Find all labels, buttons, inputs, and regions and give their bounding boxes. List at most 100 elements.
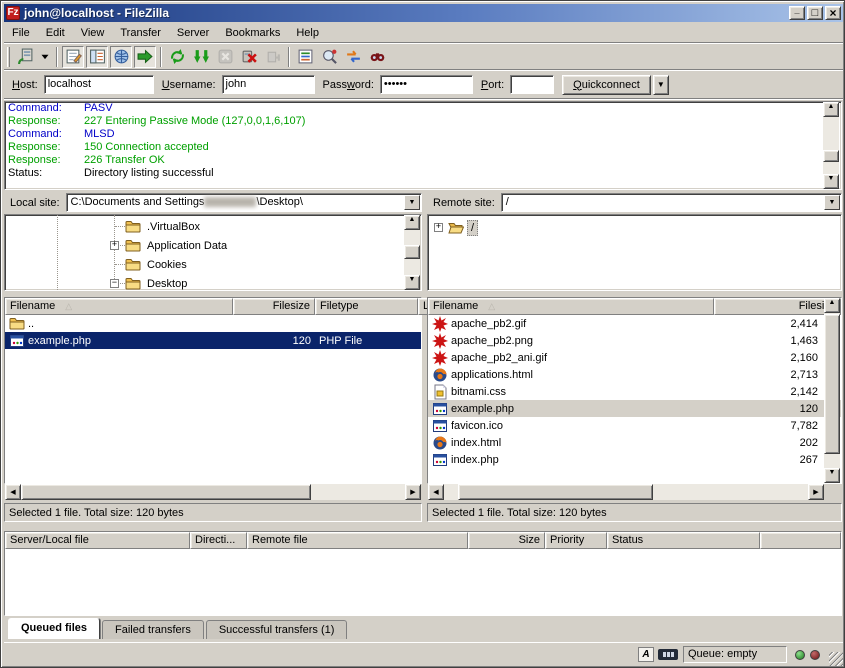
- remote-site-combo[interactable]: / ▼: [501, 193, 842, 212]
- log-line: Response:226 Transfer OK: [5, 154, 841, 167]
- file-row[interactable]: index.php267: [428, 451, 841, 468]
- scrollbar-thumb[interactable]: [404, 245, 420, 259]
- scroll-right-icon[interactable]: ▶: [405, 484, 421, 500]
- scrollbar-thumb[interactable]: [458, 484, 653, 500]
- local-site-combo[interactable]: C:\Documents and Settings\Desktop\ ▼: [66, 193, 422, 212]
- file-row[interactable]: example.php120PHP File1: [5, 332, 421, 349]
- menu-transfer[interactable]: Transfer: [112, 25, 169, 41]
- site-manager-dropdown-button[interactable]: [38, 46, 52, 68]
- tree-item-cookies[interactable]: Cookies: [125, 255, 190, 274]
- compare-button[interactable]: [318, 46, 340, 68]
- column-header-filesize[interactable]: Filesize: [714, 298, 841, 315]
- minimize-button[interactable]: [789, 6, 805, 20]
- remote-hscrollbar[interactable]: ◀ ▶: [428, 484, 824, 500]
- cancel-button[interactable]: [214, 46, 236, 68]
- file-row[interactable]: apache_pb2.png1,463: [428, 332, 841, 349]
- resize-grip[interactable]: [829, 652, 843, 666]
- tree-item--virtualbox[interactable]: .VirtualBox: [125, 217, 203, 236]
- username-input[interactable]: john: [222, 75, 315, 94]
- refresh-button[interactable]: [166, 46, 188, 68]
- file-row[interactable]: apache_pb2.gif2,414: [428, 315, 841, 332]
- transfer-queue: Server/Local fileDirecti...Remote fileSi…: [4, 531, 842, 616]
- tab-failed-transfers[interactable]: Failed transfers: [102, 620, 204, 639]
- scroll-up-icon[interactable]: ▲: [823, 102, 839, 117]
- tree-expander-icon[interactable]: −: [110, 279, 119, 288]
- toggle-remote-tree-button[interactable]: [110, 46, 132, 68]
- header-label: Filename: [433, 300, 478, 312]
- menu-help[interactable]: Help: [288, 25, 327, 41]
- column-header-filename[interactable]: Filename△: [428, 298, 714, 315]
- site-manager-button[interactable]: [14, 46, 36, 68]
- quickconnect-dropdown-icon[interactable]: ▼: [653, 75, 669, 95]
- toggle-log-button[interactable]: [62, 46, 84, 68]
- remote-vscrollbar[interactable]: ▲ ▼: [824, 298, 840, 483]
- maximize-button[interactable]: [807, 6, 823, 20]
- scroll-left-icon[interactable]: ◀: [5, 484, 21, 500]
- find-button[interactable]: [366, 46, 388, 68]
- toggle-local-tree-button[interactable]: [86, 46, 108, 68]
- queue-header-remote-file[interactable]: Remote file: [247, 532, 468, 549]
- filezilla-window: Fz john@localhost - FileZilla FileEditVi…: [0, 0, 845, 668]
- close-button[interactable]: [825, 6, 841, 20]
- column-header-filename[interactable]: Filename△: [5, 298, 233, 315]
- queue-header-server-local-file[interactable]: Server/Local file: [5, 532, 190, 549]
- transfer-type-icon[interactable]: A: [638, 647, 654, 662]
- tab-queued-files[interactable]: Queued files: [8, 618, 100, 639]
- filter-button[interactable]: [294, 46, 316, 68]
- file-row[interactable]: index.html202: [428, 434, 841, 451]
- local-hscrollbar[interactable]: ◀ ▶: [5, 484, 421, 500]
- scroll-up-icon[interactable]: ▲: [404, 215, 420, 230]
- scroll-right-icon[interactable]: ▶: [808, 484, 824, 500]
- scroll-down-icon[interactable]: ▼: [404, 275, 420, 290]
- toggle-queue-button[interactable]: [134, 46, 156, 68]
- combo-dropdown-icon[interactable]: ▼: [404, 195, 420, 210]
- tree-expander-icon[interactable]: +: [434, 223, 443, 232]
- queue-header-status[interactable]: Status: [607, 532, 760, 549]
- scrollbar-thumb[interactable]: [824, 314, 840, 454]
- process-queue-button[interactable]: [190, 46, 212, 68]
- disconnect-button[interactable]: [238, 46, 260, 68]
- local-tree-scrollbar[interactable]: ▲ ▼: [404, 215, 420, 290]
- sync-browsing-button[interactable]: [342, 46, 364, 68]
- scrollbar-thumb[interactable]: [21, 484, 311, 500]
- menu-file[interactable]: File: [4, 25, 38, 41]
- queue-header-blank[interactable]: [760, 532, 841, 549]
- filter-icon: [297, 48, 314, 65]
- file-row[interactable]: apache_pb2_ani.gif2,160: [428, 349, 841, 366]
- tree-expander-icon[interactable]: +: [110, 241, 119, 250]
- quickconnect-button[interactable]: Quickconnect: [562, 75, 651, 95]
- menu-bookmarks[interactable]: Bookmarks: [217, 25, 288, 41]
- speed-limit-icon[interactable]: [658, 649, 678, 660]
- queue-header-priority[interactable]: Priority: [545, 532, 607, 549]
- tree-item-desktop[interactable]: Desktop: [125, 274, 190, 291]
- host-input[interactable]: localhost: [44, 75, 154, 94]
- column-header-filesize[interactable]: Filesize: [233, 298, 315, 315]
- queue-header-size[interactable]: Size: [468, 532, 545, 549]
- queue-header-directi-[interactable]: Directi...: [190, 532, 247, 549]
- scroll-down-icon[interactable]: ▼: [824, 468, 840, 483]
- menu-edit[interactable]: Edit: [38, 25, 73, 41]
- file-row[interactable]: applications.html2,713: [428, 366, 841, 383]
- port-input[interactable]: [510, 75, 554, 94]
- menu-view[interactable]: View: [73, 25, 113, 41]
- reconnect-button[interactable]: [262, 46, 284, 68]
- file-row[interactable]: bitnami.css2,142: [428, 383, 841, 400]
- scrollbar-thumb[interactable]: [823, 150, 839, 162]
- column-header-filetype[interactable]: Filetype: [315, 298, 418, 315]
- title-bar[interactable]: Fz john@localhost - FileZilla: [4, 4, 843, 22]
- scroll-up-icon[interactable]: ▲: [824, 298, 840, 313]
- log-scrollbar[interactable]: ▲ ▼: [823, 102, 839, 189]
- tree-item-application-data[interactable]: Application Data: [125, 236, 230, 255]
- tab-successful-transfers-1-[interactable]: Successful transfers (1): [206, 620, 348, 639]
- file-row[interactable]: example.php120: [428, 400, 841, 417]
- file-row[interactable]: ..: [5, 315, 421, 332]
- scroll-left-icon[interactable]: ◀: [428, 484, 444, 500]
- menu-server[interactable]: Server: [169, 25, 217, 41]
- scroll-down-icon[interactable]: ▼: [823, 174, 839, 189]
- toolbar-grip[interactable]: [7, 47, 10, 67]
- file-row[interactable]: favicon.ico7,782: [428, 417, 841, 434]
- tree-item-root[interactable]: /: [448, 218, 478, 237]
- combo-dropdown-icon[interactable]: ▼: [824, 195, 840, 210]
- password-input[interactable]: ••••••: [380, 75, 473, 94]
- folder-open-icon: [448, 220, 464, 236]
